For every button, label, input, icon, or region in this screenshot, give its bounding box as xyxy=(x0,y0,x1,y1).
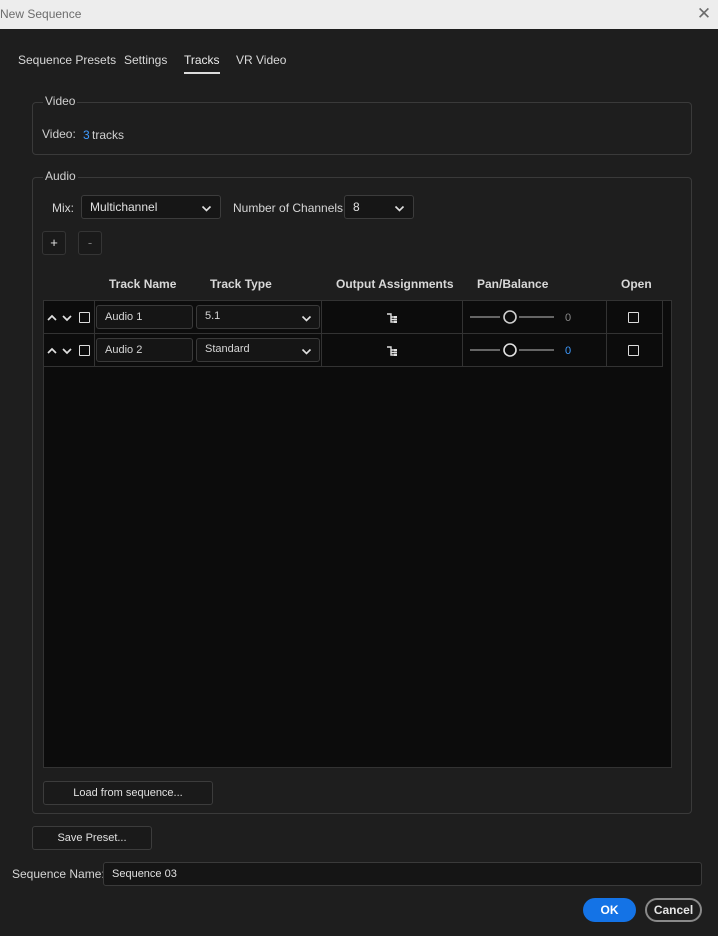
sequence-name-label: Sequence Name: xyxy=(12,867,105,881)
move-down-icon[interactable] xyxy=(61,312,73,324)
audio-group-title: Audio xyxy=(43,169,78,183)
column-header-open: Open xyxy=(621,277,652,291)
channels-select[interactable]: 8 xyxy=(344,195,414,219)
mix-select[interactable]: Multichannel xyxy=(81,195,221,219)
cell-divider xyxy=(462,301,463,334)
cell-divider xyxy=(662,334,663,367)
cell-divider xyxy=(321,301,322,334)
tab-settings[interactable]: Settings xyxy=(124,53,167,67)
video-group-title: Video xyxy=(43,94,78,108)
tab-sequence-presets[interactable]: Sequence Presets xyxy=(18,53,116,67)
title-bar: New Sequence ✕ xyxy=(0,0,718,29)
video-track-count[interactable]: 3 xyxy=(83,128,90,142)
column-header-track-name: Track Name xyxy=(109,277,177,291)
chevron-down-icon xyxy=(301,315,312,322)
load-from-sequence-button[interactable]: Load from sequence... xyxy=(43,781,213,805)
video-label: Video: xyxy=(42,127,76,141)
move-up-icon[interactable] xyxy=(46,345,58,357)
cell-divider xyxy=(662,301,663,334)
tab-tracks[interactable]: Tracks xyxy=(184,53,220,74)
remove-track-button[interactable]: - xyxy=(78,231,102,255)
track-select-checkbox[interactable] xyxy=(79,345,90,356)
mix-select-value: Multichannel xyxy=(90,200,158,214)
chevron-down-icon xyxy=(201,205,212,212)
ok-button[interactable]: OK xyxy=(583,898,636,922)
cell-divider xyxy=(94,301,95,334)
channels-label: Number of Channels: xyxy=(233,201,347,215)
track-type-value: Standard xyxy=(205,343,250,355)
pan-balance-slider[interactable] xyxy=(470,342,556,358)
move-up-icon[interactable] xyxy=(46,312,58,324)
chevron-down-icon xyxy=(394,205,405,212)
column-header-pan-balance: Pan/Balance xyxy=(477,277,549,291)
video-group: Video Video: 3 tracks xyxy=(32,94,692,155)
column-header-output-assignments: Output Assignments xyxy=(336,277,454,291)
move-down-icon[interactable] xyxy=(61,345,73,357)
track-name-input[interactable] xyxy=(96,338,193,362)
column-header-track-type: Track Type xyxy=(210,277,272,291)
open-checkbox[interactable] xyxy=(628,345,639,356)
output-assignment-icon[interactable] xyxy=(385,344,399,358)
pan-balance-slider[interactable] xyxy=(470,309,556,325)
add-track-button[interactable]: + xyxy=(42,231,66,255)
table-row: 5.1 0 xyxy=(44,301,663,334)
cell-divider xyxy=(321,334,322,367)
track-type-select[interactable]: 5.1 xyxy=(196,305,320,329)
video-tracks-unit: tracks xyxy=(92,128,125,142)
cell-divider xyxy=(462,334,463,367)
output-assignment-icon[interactable] xyxy=(385,311,399,325)
pan-balance-value[interactable]: 0 xyxy=(565,312,571,324)
mix-label: Mix: xyxy=(52,201,74,215)
close-icon[interactable]: ✕ xyxy=(694,4,714,24)
track-select-checkbox[interactable] xyxy=(79,312,90,323)
track-type-value: 5.1 xyxy=(205,310,221,322)
chevron-down-icon xyxy=(301,348,312,355)
cell-divider xyxy=(606,301,607,334)
track-type-select[interactable]: Standard xyxy=(196,338,320,362)
channels-select-value: 8 xyxy=(353,200,360,214)
cancel-button[interactable]: Cancel xyxy=(645,898,702,922)
tab-vr-video[interactable]: VR Video xyxy=(236,53,286,67)
cell-divider xyxy=(94,334,95,367)
audio-group: Audio Mix: Multichannel Number of Channe… xyxy=(32,169,692,814)
cell-divider xyxy=(606,334,607,367)
sequence-name-input[interactable] xyxy=(103,862,702,886)
save-preset-button[interactable]: Save Preset... xyxy=(32,826,152,850)
table-row: Standard 0 xyxy=(44,334,663,367)
track-name-input[interactable] xyxy=(96,305,193,329)
pan-balance-value[interactable]: 0 xyxy=(565,345,571,357)
open-checkbox[interactable] xyxy=(628,312,639,323)
audio-tracks-table: 5.1 0 Sta xyxy=(43,300,672,768)
window-title: New Sequence xyxy=(0,7,82,21)
